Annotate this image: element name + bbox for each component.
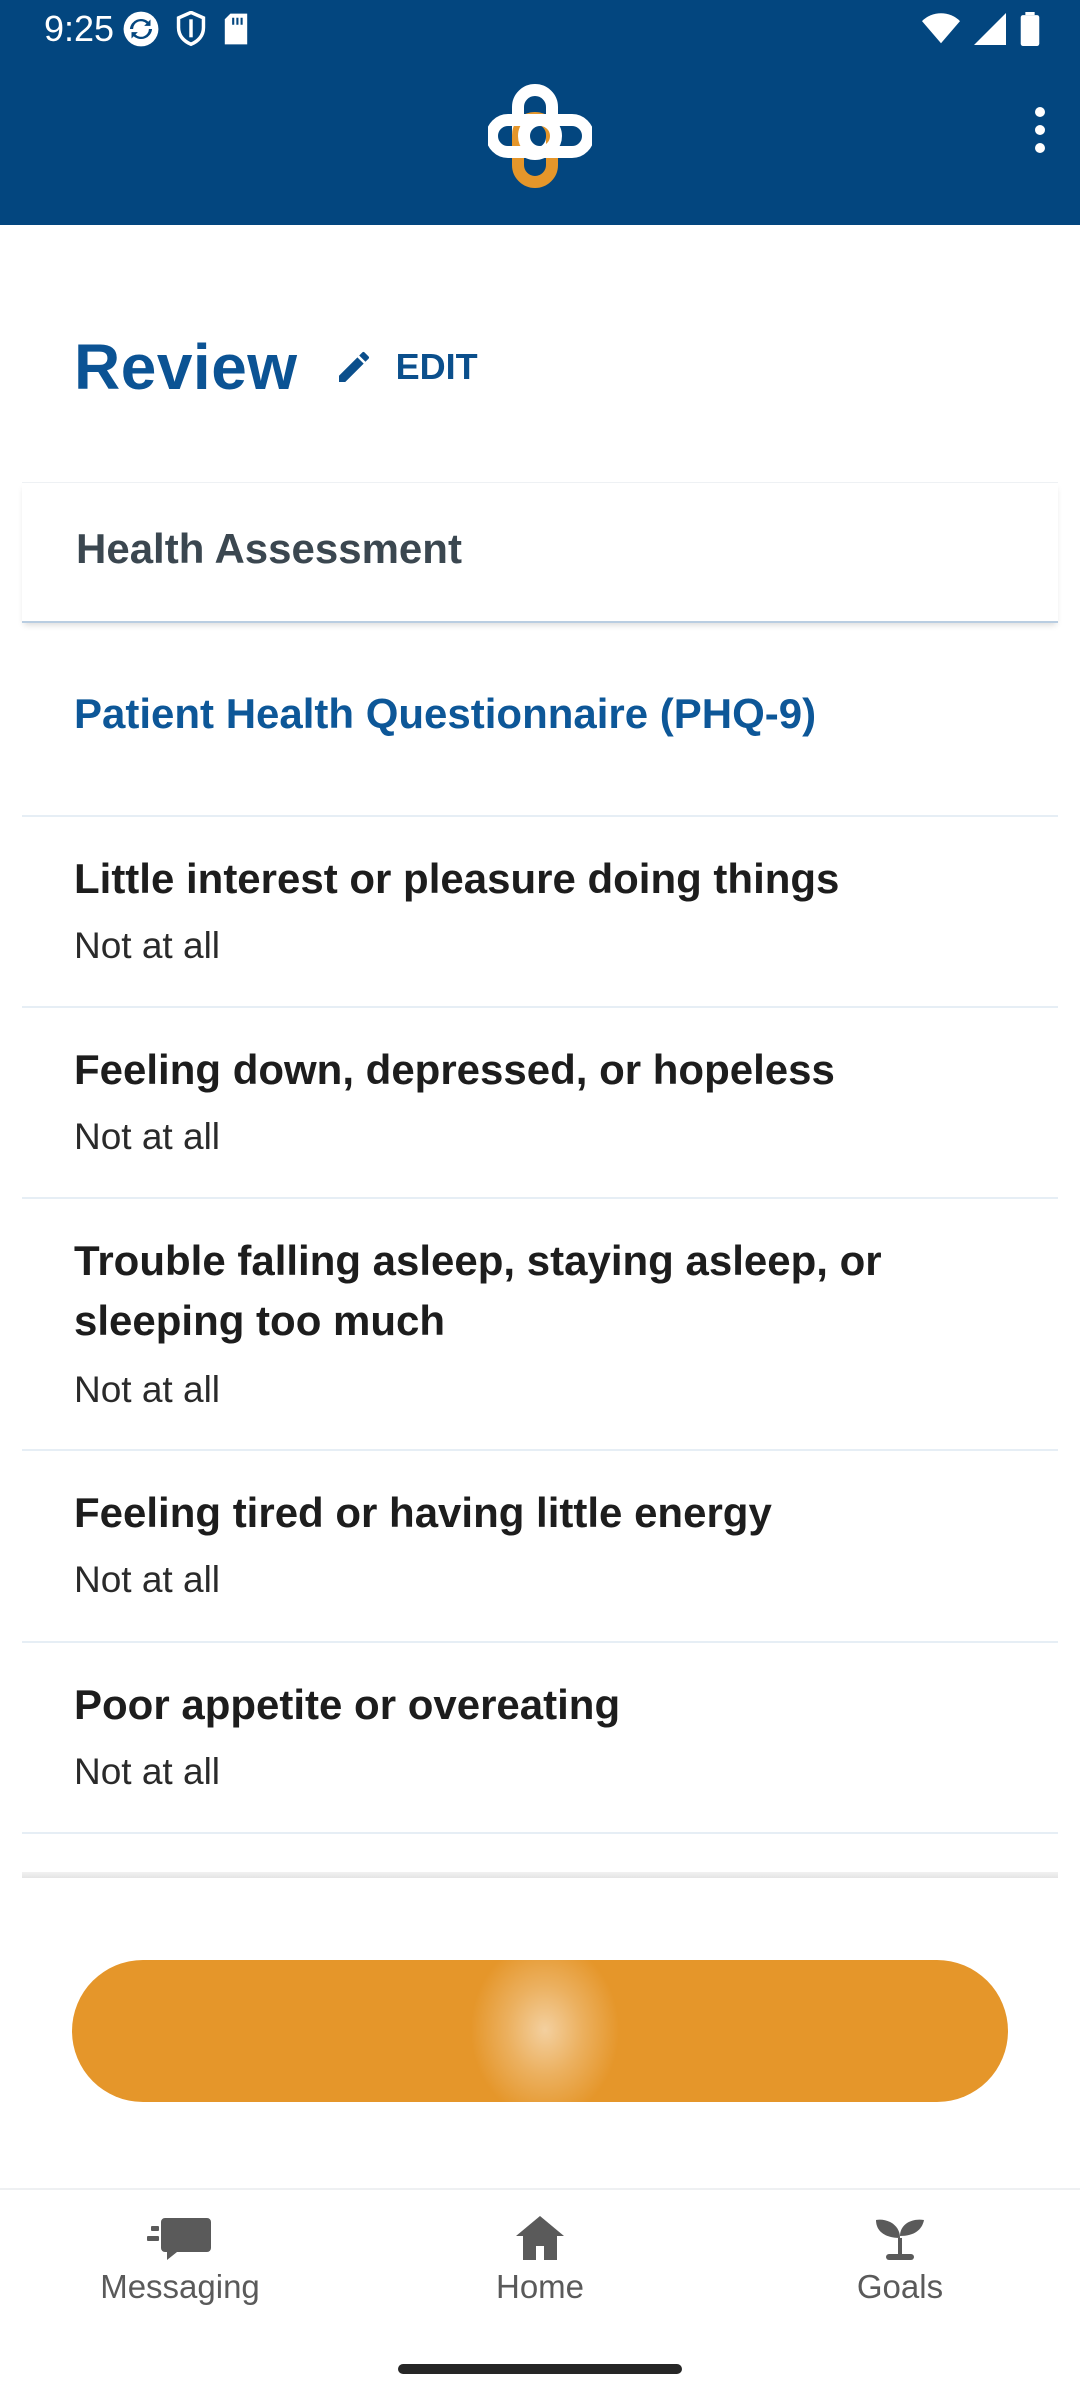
section-title: Health Assessment <box>76 525 462 572</box>
edit-button[interactable]: EDIT <box>334 346 478 388</box>
list-item: Trouble falling asleep, staying asleep, … <box>22 1199 1058 1451</box>
chat-icon <box>147 2218 211 2260</box>
page-title: Review <box>74 331 298 403</box>
plus-cross-logo <box>486 84 594 188</box>
list-item: Feeling down, depressed, or hopeless Not… <box>22 1008 1058 1199</box>
nav-label: Home <box>495 2268 585 2305</box>
status-bar: 9:25 <box>0 0 1080 62</box>
section-card: Health Assessment <box>22 482 1058 623</box>
nav-messaging[interactable]: Messaging <box>60 2214 300 2306</box>
review-header: Review EDIT <box>74 330 478 404</box>
list-end-divider <box>22 1872 1058 1878</box>
nav-label: Messaging <box>100 2268 260 2305</box>
list-item: Little interest or pleasure doing things… <box>22 817 1058 1008</box>
answer-text: Not at all <box>74 1751 221 1792</box>
answer-text: Not at all <box>74 1369 221 1410</box>
answer-text: Not at all <box>74 1116 221 1157</box>
status-time: 9:25 <box>44 8 115 49</box>
wifi-icon <box>922 13 960 50</box>
shield-icon <box>174 10 208 52</box>
answer-text: Not at all <box>74 1559 221 1600</box>
submit-button[interactable] <box>72 1960 1008 2102</box>
questionnaire-title: Patient Health Questionnaire (PHQ-9) <box>74 690 817 737</box>
status-icons-right <box>922 12 1040 51</box>
answer-text: Not at all <box>74 925 221 966</box>
nav-goals[interactable]: Goals <box>780 2214 1020 2306</box>
battery-icon <box>1020 12 1040 51</box>
signal-icon <box>974 13 1006 50</box>
question-text: Poor appetite or overeating <box>74 1681 621 1728</box>
nav-label: Goals <box>856 2268 944 2305</box>
list-item: Feeling tired or having little energy No… <box>22 1451 1058 1643</box>
home-icon <box>516 2216 564 2260</box>
question-text: Trouble falling asleep, staying asleep, … <box>74 1237 882 1344</box>
status-icons-left <box>122 10 250 53</box>
questionnaire-header: Patient Health Questionnaire (PHQ-9) <box>22 620 1058 817</box>
home-indicator[interactable] <box>398 2364 682 2374</box>
sprout-icon <box>876 2219 924 2260</box>
edit-label: EDIT <box>395 346 478 387</box>
nav-home[interactable]: Home <box>420 2214 660 2306</box>
ripple-effect <box>470 1960 620 2102</box>
list-item: Poor appetite or overeating Not at all <box>22 1643 1058 1834</box>
sync-icon <box>122 10 160 53</box>
pencil-icon <box>338 351 369 382</box>
sd-card-icon <box>222 12 250 51</box>
more-vertical-icon[interactable] <box>1012 102 1068 158</box>
app-bar <box>0 62 1080 225</box>
question-text: Feeling tired or having little energy <box>74 1489 772 1536</box>
question-text: Little interest or pleasure doing things <box>74 855 840 902</box>
question-text: Feeling down, depressed, or hopeless <box>74 1046 835 1093</box>
